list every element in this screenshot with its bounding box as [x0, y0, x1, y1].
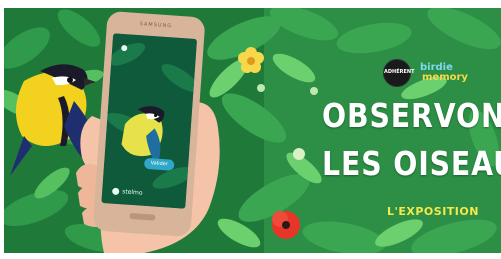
exhibition-banner[interactable]: SAMSUNG Valider stelmo ADHÉRENT birdie m…	[4, 8, 501, 253]
banner-subtitle: L'EXPOSITION	[387, 205, 479, 218]
smartphone: SAMSUNG Valider stelmo	[92, 10, 206, 238]
birdie-logo-bottom: memory	[422, 72, 468, 83]
pale-dot	[310, 87, 318, 95]
app-brand-label: stelmo	[121, 188, 143, 197]
pale-dot	[293, 148, 305, 160]
partner-badge-text: ADHÉRENT	[384, 69, 415, 75]
screenshot-frame: SAMSUNG Valider stelmo ADHÉRENT birdie m…	[0, 0, 501, 259]
partner-badge-logo: ADHÉRENT	[383, 59, 415, 87]
app-screen-illustration	[101, 33, 198, 209]
red-poppy	[272, 211, 300, 239]
phone-home-button	[129, 212, 156, 221]
banner-title-line-2: LES OISEAUX	[322, 144, 501, 183]
phone-brand-label: SAMSUNG	[139, 21, 173, 30]
app-action-button-label: Valider	[150, 160, 169, 168]
pale-dot	[257, 84, 265, 92]
birdie-memory-logo: birdie memory	[416, 60, 468, 86]
phone-screen: Valider stelmo	[101, 33, 198, 209]
banner-title-line-1: OBSERVONS	[322, 96, 501, 135]
app-action-button[interactable]: Valider	[143, 157, 175, 171]
